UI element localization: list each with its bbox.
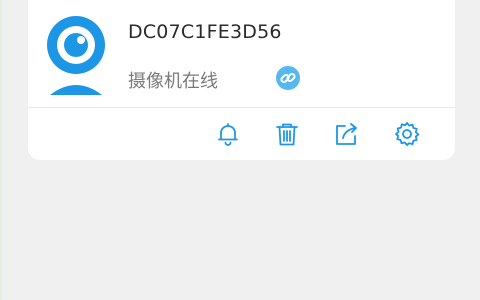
device-card[interactable]: DC07C1FE3D56 摄像机在线 — [28, 0, 455, 160]
page-edge — [0, 0, 2, 300]
link-icon[interactable] — [276, 66, 300, 90]
card-divider — [28, 107, 455, 108]
webcam-icon — [46, 15, 106, 95]
gear-icon[interactable] — [393, 120, 421, 148]
device-status: 摄像机在线 — [128, 71, 218, 92]
trash-icon[interactable] — [273, 120, 301, 148]
device-name: DC07C1FE3D56 — [128, 21, 282, 43]
bell-icon[interactable] — [214, 120, 242, 148]
share-icon[interactable] — [333, 120, 361, 148]
